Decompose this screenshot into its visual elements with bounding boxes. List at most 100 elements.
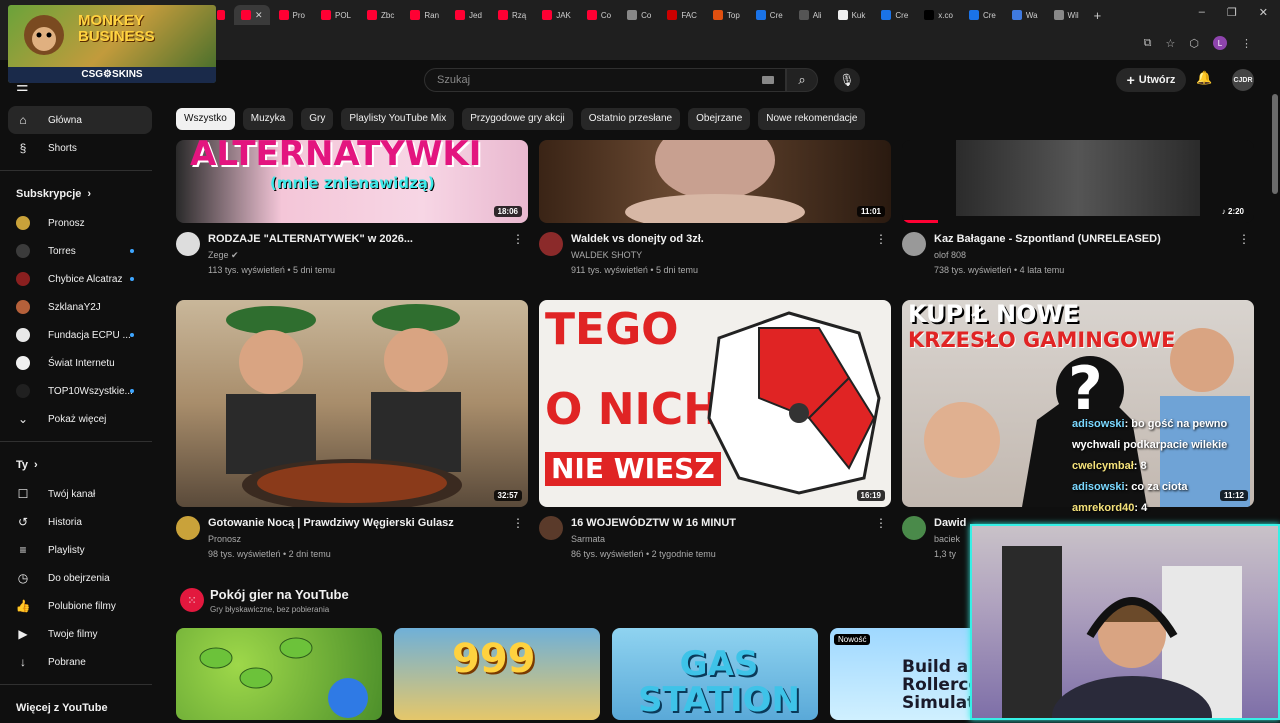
minimize-icon[interactable]: – (1199, 6, 1205, 19)
channel-name[interactable]: Zege ✔ (208, 250, 239, 261)
browser-tab[interactable]: Co (620, 5, 658, 25)
subscription-item[interactable]: TOP10Wszystkie... (0, 377, 160, 405)
browser-tab[interactable]: Co (580, 5, 618, 25)
channel-avatar[interactable] (902, 232, 926, 256)
channel-name[interactable]: baciek (934, 534, 960, 544)
keyboard-icon[interactable] (762, 76, 774, 84)
sidebar-item-playlists[interactable]: ≡ Playlisty (0, 536, 160, 564)
browser-tab[interactable]: Cre (874, 5, 915, 25)
video-card[interactable]: 11:01 Waldek vs donejty od 3zł. WALDEK S… (539, 140, 891, 280)
channel-avatar[interactable] (539, 232, 563, 256)
sidebar-item-liked[interactable]: 👍 Polubione filmy (0, 592, 160, 620)
close-icon[interactable]: ✕ (1259, 6, 1268, 19)
channel-name[interactable]: Pronosz (208, 534, 241, 544)
browser-tab[interactable]: Wil (1047, 5, 1086, 25)
video-card[interactable]: ALTERNATYWKI (mnie znienawidzą) 18:06 RO… (176, 140, 528, 280)
filter-chip[interactable]: Playlisty YouTube Mix (341, 108, 455, 130)
browser-tab[interactable]: Zbc (360, 5, 401, 25)
subscriptions-header[interactable]: Subskrypcje › (0, 179, 160, 209)
subscription-item[interactable]: Chybice Alcatraz (0, 265, 160, 293)
you-section-header[interactable]: Ty › (0, 450, 160, 480)
video-title[interactable]: Kaz Bałagane - Szpontland (UNRELEASED) (934, 233, 1161, 245)
video-thumbnail[interactable]: ALTERNATYWKI (mnie znienawidzą) 18:06 (176, 140, 528, 223)
video-title[interactable]: 16 WOJEWÓDZTW W 16 MINUT (571, 517, 736, 529)
video-thumbnail[interactable]: ♪ 2:20 (902, 140, 1254, 223)
game-tile[interactable] (176, 628, 382, 720)
filter-chip[interactable]: Wszystko (176, 108, 235, 130)
restore-icon[interactable]: ❐ (1227, 6, 1237, 19)
browser-tab[interactable]: POL (314, 5, 358, 25)
cast-icon[interactable]: ⧉ (1144, 37, 1152, 50)
more-options-icon[interactable]: ⋮ (875, 232, 887, 246)
more-options-icon[interactable]: ⋮ (512, 516, 524, 530)
filter-chip[interactable]: Gry (301, 108, 334, 130)
more-options-icon[interactable]: ⋮ (875, 516, 887, 530)
sidebar-item-watch-later[interactable]: ◷ Do obejrzenia (0, 564, 160, 592)
video-thumbnail[interactable]: 32:57 (176, 300, 528, 507)
video-card[interactable]: 32:57 Gotowanie Nocą | Prawdziwy Węgiers… (176, 300, 528, 570)
tab-active[interactable]: ✕ (234, 5, 270, 25)
video-title[interactable]: Dawid (934, 517, 966, 529)
browser-tab[interactable]: Pro (272, 5, 312, 25)
video-title[interactable]: RODZAJE "ALTERNATYWEK" w 2026... (208, 233, 413, 245)
browser-tab[interactable]: Ran (403, 5, 446, 25)
subscription-item[interactable]: Pronosz (0, 209, 160, 237)
channel-avatar[interactable] (176, 516, 200, 540)
channel-name[interactable]: olof 808 (934, 250, 966, 260)
bookmark-star-icon[interactable]: ☆ (1166, 37, 1176, 50)
menu-icon[interactable]: ⋮ (1241, 37, 1252, 50)
video-thumbnail[interactable]: TEGO O NICH NIE WIESZ 16:19 (539, 300, 891, 507)
sidebar-item-channel[interactable]: ☐ Twój kanał (0, 480, 160, 508)
games-shelf-title[interactable]: Pokój gier na YouTube (210, 587, 349, 602)
filter-chip[interactable]: Przygodowe gry akcji (462, 108, 573, 130)
notifications-bell-icon[interactable]: 🔔 (1196, 70, 1212, 86)
sidebar-item-downloads[interactable]: ↓ Pobrane (0, 648, 160, 676)
filter-chip[interactable]: Ostatnio przesłane (580, 108, 681, 130)
extensions-icon[interactable]: ⬡ (1189, 37, 1199, 50)
sidebar-item-history[interactable]: ↺ Historia (0, 508, 160, 536)
browser-tab[interactable]: Cre (749, 5, 790, 25)
channel-avatar[interactable] (902, 516, 926, 540)
channel-avatar[interactable] (539, 516, 563, 540)
sidebar-item-home[interactable]: ⌂ Główna (8, 106, 152, 134)
subscription-item[interactable]: Torres (0, 237, 160, 265)
subscription-item[interactable]: Fundacja ECPU ... (0, 321, 160, 349)
browser-tab[interactable]: Cre (962, 5, 1003, 25)
video-thumbnail[interactable]: 11:01 (539, 140, 891, 223)
create-button[interactable]: + Utwórz (1116, 68, 1186, 92)
profile-avatar[interactable]: L (1213, 36, 1227, 50)
filter-chip[interactable]: Muzyka (242, 108, 294, 130)
new-tab-icon[interactable]: + (1094, 8, 1102, 23)
video-title[interactable]: Waldek vs donejty od 3zł. (571, 233, 704, 245)
more-options-icon[interactable]: ⋮ (1238, 232, 1250, 246)
browser-tab[interactable]: Kuk (831, 5, 873, 25)
game-tile[interactable]: GAS STATION (612, 628, 818, 720)
voice-search-button[interactable]: 🎙 (834, 68, 860, 92)
game-tile[interactable]: 999 (394, 628, 600, 720)
video-card[interactable]: ♪ 2:20 Kaz Bałagane - Szpontland (UNRELE… (902, 140, 1254, 280)
browser-tab[interactable]: x.co (917, 5, 960, 25)
video-card[interactable]: TEGO O NICH NIE WIESZ 16:19 16 WOJEWÓDZT… (539, 300, 891, 570)
more-options-icon[interactable]: ⋮ (512, 232, 524, 246)
account-avatar[interactable]: CJDR (1232, 69, 1254, 91)
browser-tab[interactable]: FAC (660, 5, 704, 25)
browser-tab[interactable]: Wa (1005, 5, 1045, 25)
filter-chip[interactable]: Obejrzane (688, 108, 751, 130)
sidebar-item-shorts[interactable]: § Shorts (0, 134, 160, 162)
filter-chip[interactable]: Nowe rekomendacje (758, 108, 866, 130)
subscription-item[interactable]: Świat Internetu (0, 349, 160, 377)
browser-tab[interactable]: Top (706, 5, 747, 25)
browser-tab[interactable]: Rzą (491, 5, 533, 25)
video-title[interactable]: Gotowanie Nocą | Prawdziwy Węgierski Gul… (208, 517, 454, 529)
sidebar-item-your-videos[interactable]: ▶ Twoje filmy (0, 620, 160, 648)
page-scrollbar[interactable] (1272, 94, 1278, 194)
channel-avatar[interactable] (176, 232, 200, 256)
channel-name[interactable]: Sarmata (571, 534, 605, 544)
browser-tab[interactable]: Jed (448, 5, 489, 25)
search-button[interactable]: ⌕ (786, 68, 818, 92)
subscription-item[interactable]: SzklanaY2J (0, 293, 160, 321)
search-input[interactable]: Szukaj (424, 68, 786, 92)
browser-tab[interactable]: Ali (792, 5, 829, 25)
browser-tab[interactable]: JAK (535, 5, 578, 25)
channel-name[interactable]: WALDEK SHOTY (571, 250, 642, 260)
